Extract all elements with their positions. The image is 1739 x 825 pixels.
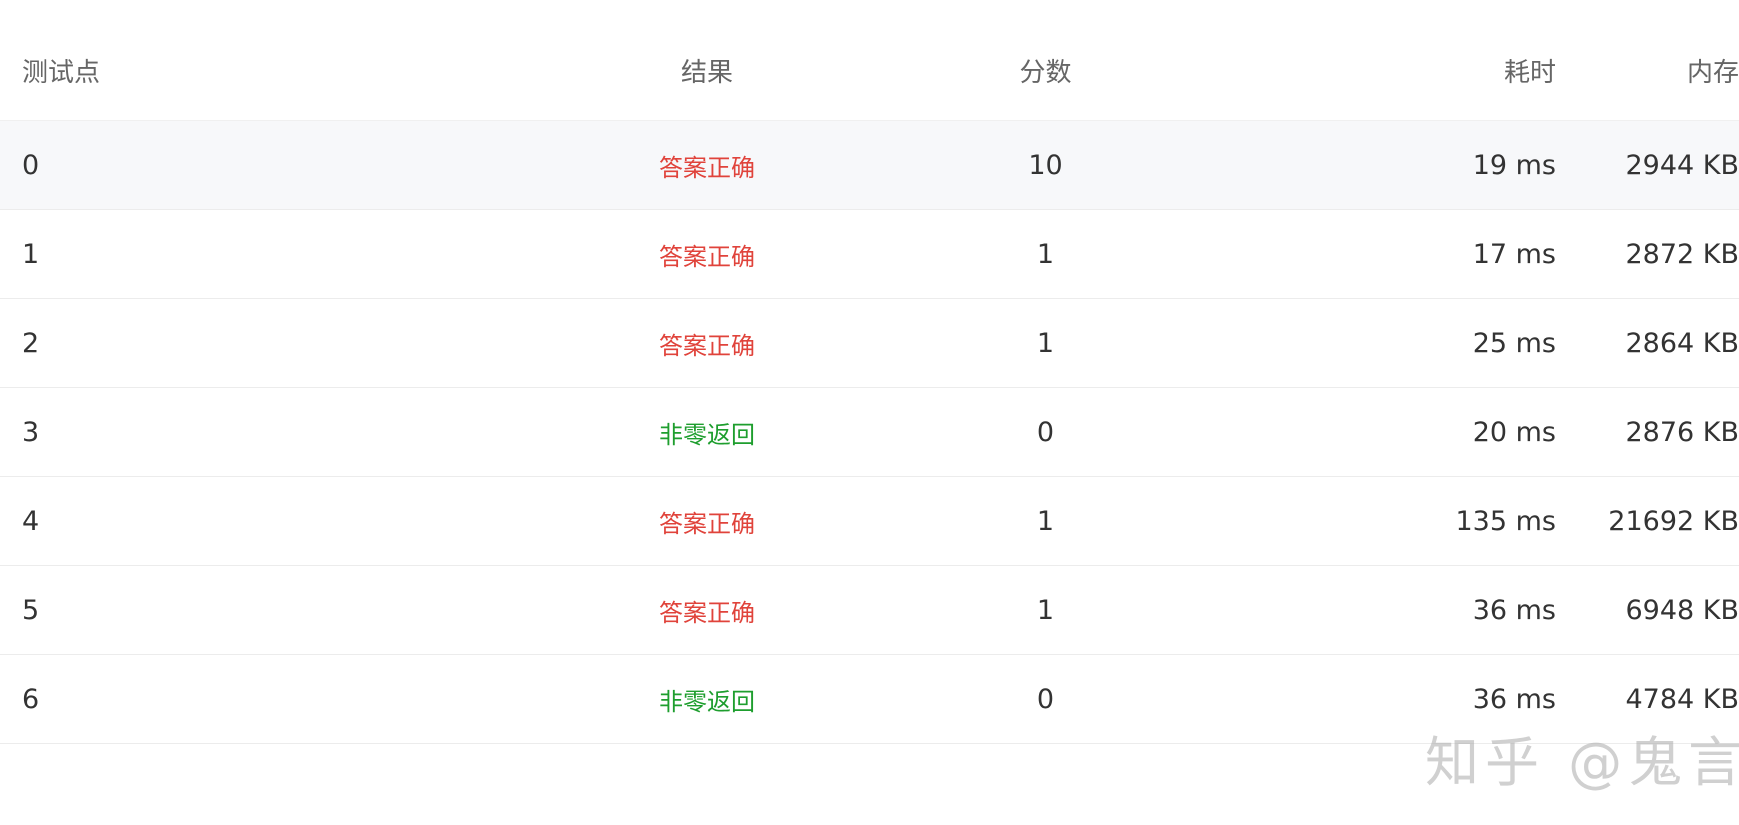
- case-id: 0: [22, 149, 40, 181]
- score-value: 0: [1036, 416, 1055, 448]
- results-table: 测试点 结果 分数 耗时 内存 0 答案正确 10 19 ms 2944 KB …: [0, 21, 1739, 744]
- memory-value: 21692 KB: [1608, 505, 1739, 537]
- score-value: 1: [1036, 505, 1055, 537]
- memory-value: 2944 KB: [1625, 149, 1739, 181]
- score-value: 1: [1036, 594, 1055, 626]
- result-status: 非零返回: [659, 687, 755, 716]
- case-id: 2: [22, 327, 40, 359]
- table-row: 4 答案正确 1 135 ms 21692 KB: [0, 477, 1739, 566]
- header-case: 测试点: [22, 58, 101, 88]
- score-value: 1: [1036, 238, 1055, 270]
- result-status: 答案正确: [659, 598, 755, 627]
- case-id: 6: [22, 683, 40, 715]
- score-value: 0: [1036, 683, 1055, 715]
- result-status: 非零返回: [659, 420, 755, 449]
- header-result: 结果: [680, 58, 733, 88]
- result-status: 答案正确: [659, 153, 755, 182]
- table-row: 3 非零返回 0 20 ms 2876 KB: [0, 388, 1739, 477]
- case-id: 5: [22, 594, 40, 626]
- memory-value: 2864 KB: [1625, 327, 1739, 359]
- result-status: 答案正确: [659, 509, 755, 538]
- case-id: 3: [22, 416, 40, 448]
- table-row: 6 非零返回 0 36 ms 4784 KB: [0, 655, 1739, 744]
- header-score: 分数: [1019, 58, 1072, 88]
- header-memory: 内存: [1686, 58, 1739, 88]
- time-value: 36 ms: [1472, 594, 1556, 626]
- time-value: 135 ms: [1455, 505, 1557, 537]
- memory-value: 2872 KB: [1625, 238, 1739, 270]
- result-status: 答案正确: [659, 331, 755, 360]
- table-row: 2 答案正确 1 25 ms 2864 KB: [0, 299, 1739, 388]
- memory-value: 6948 KB: [1625, 594, 1739, 626]
- table-row: 0 答案正确 10 19 ms 2944 KB: [0, 121, 1739, 210]
- score-value: 10: [1028, 149, 1063, 181]
- result-status: 答案正确: [659, 242, 755, 271]
- memory-value: 2876 KB: [1625, 416, 1739, 448]
- memory-value: 4784 KB: [1625, 683, 1739, 715]
- case-id: 4: [22, 505, 40, 537]
- time-value: 20 ms: [1472, 416, 1556, 448]
- time-value: 36 ms: [1472, 683, 1556, 715]
- time-value: 19 ms: [1472, 149, 1556, 181]
- case-id: 1: [22, 238, 40, 270]
- header-time: 耗时: [1503, 58, 1556, 88]
- table-header: 测试点 结果 分数 耗时 内存: [0, 21, 1739, 121]
- time-value: 25 ms: [1472, 327, 1556, 359]
- score-value: 1: [1036, 327, 1055, 359]
- time-value: 17 ms: [1472, 238, 1556, 270]
- table-row: 1 答案正确 1 17 ms 2872 KB: [0, 210, 1739, 299]
- table-row: 5 答案正确 1 36 ms 6948 KB: [0, 566, 1739, 655]
